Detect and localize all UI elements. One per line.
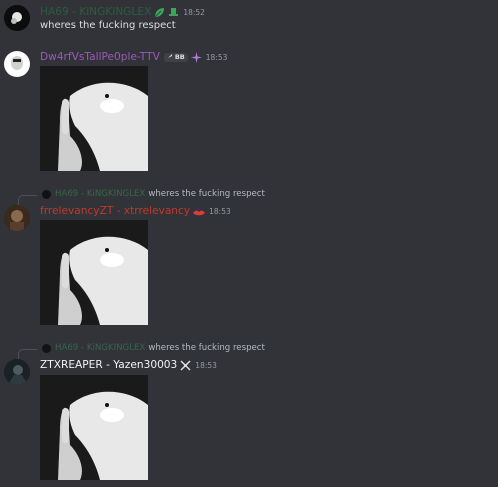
- reply-avatar: [42, 343, 51, 353]
- attached-image[interactable]: [40, 66, 148, 171]
- avatar-image: [4, 359, 30, 385]
- avatar-image: [4, 51, 30, 77]
- badge-label: BB: [174, 53, 185, 61]
- hat-icon: [168, 3, 179, 22]
- message-header: frrelevancyZT - xtrrelevancy 18:53: [40, 203, 231, 219]
- wrench-icon: [167, 53, 173, 61]
- reply-preview[interactable]: HA69 - KiNGKINGLEX wheres the fucking re…: [30, 341, 265, 355]
- author-name[interactable]: HA69 - KiNGKINGLEX: [40, 6, 151, 18]
- sparkle-icon: [190, 48, 202, 67]
- message-text: wheres the fucking respect: [40, 20, 176, 31]
- reply-text: wheres the fucking respect: [148, 343, 265, 353]
- timestamp: 18:52: [183, 7, 205, 17]
- leaf-icon: [154, 3, 165, 22]
- bb-badge: BB: [163, 52, 188, 62]
- dog-shush-image: [40, 375, 148, 480]
- avatar[interactable]: [4, 51, 30, 77]
- dog-shush-image: [40, 220, 148, 325]
- avatar[interactable]: [4, 205, 30, 231]
- crossed-swords-icon: [180, 356, 191, 375]
- author-name[interactable]: frrelevancyZT - xtrrelevancy: [40, 205, 190, 217]
- reply-author: HA69 - KiNGKINGLEX: [55, 343, 146, 353]
- reply-text: wheres the fucking respect: [148, 189, 265, 199]
- avatar[interactable]: [4, 5, 30, 31]
- timestamp: 18:53: [209, 206, 231, 216]
- author-name[interactable]: Dw4rfVsTallPe0ple-TTV: [40, 51, 160, 63]
- message-header: Dw4rfVsTallPe0ple-TTV BB 18:53: [40, 49, 227, 65]
- reply-author: HA69 - KiNGKINGLEX: [55, 189, 146, 199]
- timestamp: 18:53: [195, 360, 217, 370]
- lips-icon: [193, 202, 206, 221]
- message-header: ZTXREAPER - Yazen30003 18:53: [40, 357, 217, 373]
- timestamp: 18:53: [205, 52, 228, 62]
- avatar[interactable]: [4, 359, 30, 385]
- avatar-image: [4, 205, 30, 231]
- reply-preview[interactable]: HA69 - KiNGKINGLEX wheres the fucking re…: [30, 187, 265, 201]
- author-name[interactable]: ZTXREAPER - Yazen30003: [40, 359, 177, 371]
- reply-avatar: [42, 189, 51, 199]
- message-header: HA69 - KiNGKINGLEX 18:52: [40, 4, 205, 20]
- avatar-image: [4, 5, 30, 31]
- attached-image[interactable]: [40, 220, 148, 325]
- dog-shush-image: [40, 66, 148, 171]
- attached-image[interactable]: [40, 375, 148, 480]
